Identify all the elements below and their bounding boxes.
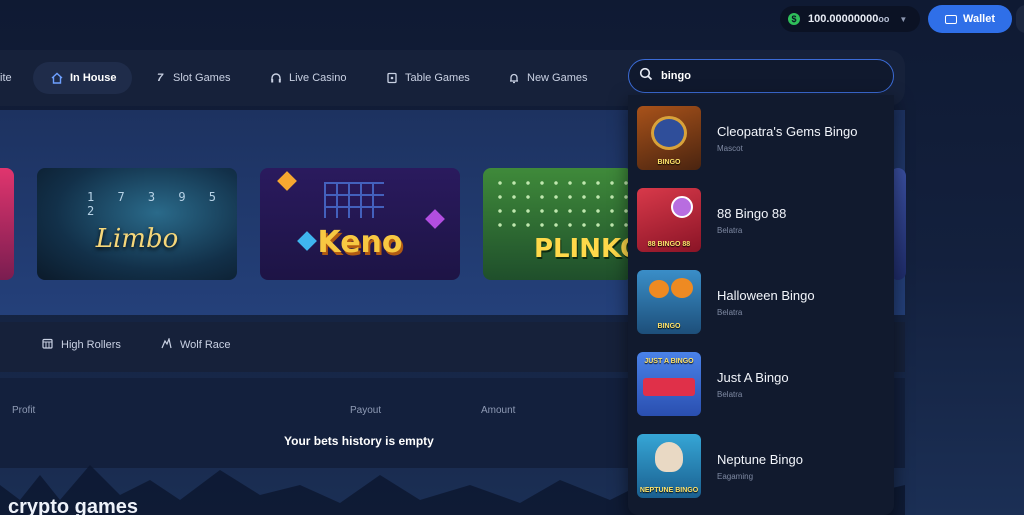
keno-grid-graphic [324,182,384,218]
home-icon [51,72,63,84]
gem-icon [297,231,317,251]
search-results-dropdown: BINGO Cleopatra's Gems Bingo Mascot 88 B… [628,95,894,515]
nav-item-live-casino[interactable]: Live Casino [260,62,356,94]
result-game-name: Neptune Bingo [717,451,804,467]
nav-item-in-house[interactable]: In House [33,62,132,94]
gem-icon [277,171,297,191]
nav-item-label: ite [0,72,12,84]
nav-item-favorite[interactable]: ite [0,62,22,94]
game-tile-title: Limbo [95,224,179,254]
result-provider: Belatra [717,389,743,399]
game-thumbnail: BINGO [637,106,701,170]
column-header-payout: Payout [350,405,382,416]
search-result-item[interactable]: 88 BINGO 88 88 Bingo 88 Belatra [637,187,887,253]
nav-item-slot-games[interactable]: 7 Slot Games [144,62,240,94]
search-result-item[interactable]: JUST A BINGO Just A Bingo Belatra [637,351,887,417]
plinko-pegs-graphic [493,176,633,234]
chevron-down-icon: ▼ [899,14,908,24]
result-game-name: Just A Bingo [717,369,789,385]
section-title: crypto games [8,496,139,515]
tab-label: Wolf Race [180,339,231,351]
wolf-icon [161,336,172,352]
wallet-icon [945,14,957,24]
limbo-numbers: 1 7 3 9 5 2 [87,190,225,218]
result-provider: Mascot [717,143,743,153]
result-game-name: Halloween Bingo [717,287,815,303]
balance-selector[interactable]: $ 100.00000000oo ▼ [780,6,920,32]
profile-button[interactable] [1016,5,1024,33]
game-tile-plinko[interactable]: PLINKO [483,168,633,280]
search-result-item[interactable]: BINGO Halloween Bingo Belatra [637,269,887,335]
column-header-profit: Profit [12,405,36,416]
dollar-coin-icon: $ [788,13,800,25]
game-thumbnail: 88 BINGO 88 [637,188,701,252]
tab-label: High Rollers [61,339,121,351]
nav-item-new-games[interactable]: New Games [498,62,598,94]
result-game-name: 88 Bingo 88 [717,205,787,221]
seven-icon: 7 [156,72,164,84]
nav-item-label: Live Casino [289,72,347,84]
search-field[interactable] [628,59,894,93]
result-provider: Belatra [717,307,743,317]
nav-item-label: Table Games [405,72,470,84]
game-tile-keno[interactable]: Keno [260,168,460,280]
top-bar: $ 100.00000000oo ▼ Wallet [0,0,1024,40]
nav-item-table-games[interactable]: Table Games [376,62,480,94]
column-header-amount: Amount [481,405,516,416]
result-game-name: Cleopatra's Gems Bingo [717,123,858,139]
nav-item-label: Slot Games [173,72,231,84]
game-tile-title: Keno [317,224,403,260]
search-icon [639,67,653,86]
tab-wolf-race[interactable]: Wolf Race [161,336,231,352]
nav-item-label: New Games [527,72,588,84]
game-thumbnail: BINGO [637,270,701,334]
balance-value: 100.00000000oo [808,13,890,25]
game-thumbnail: NEPTUNE BINGO [637,434,701,498]
bell-icon [508,72,520,84]
nav-item-label: In House [70,72,117,84]
search-result-item[interactable]: NEPTUNE BINGO Neptune Bingo Eagaming [637,433,887,499]
wallet-label: Wallet [963,13,995,25]
headset-icon [270,72,282,84]
cards-icon [386,72,398,84]
calendar-icon [42,338,53,352]
game-tile-title: PLINKO [533,234,633,264]
result-provider: Eagaming [717,471,754,481]
search-result-item[interactable]: BINGO Cleopatra's Gems Bingo Mascot [637,105,887,171]
game-thumbnail: JUST A BINGO [637,352,701,416]
search-input[interactable] [661,70,861,82]
game-tile-limbo[interactable]: 1 7 3 9 5 2 Limbo [37,168,237,280]
result-provider: Belatra [717,225,743,235]
gem-icon [425,209,445,229]
tab-high-rollers[interactable]: High Rollers [42,338,121,352]
game-tile-partial-left[interactable] [0,168,14,280]
wallet-button[interactable]: Wallet [928,5,1012,33]
